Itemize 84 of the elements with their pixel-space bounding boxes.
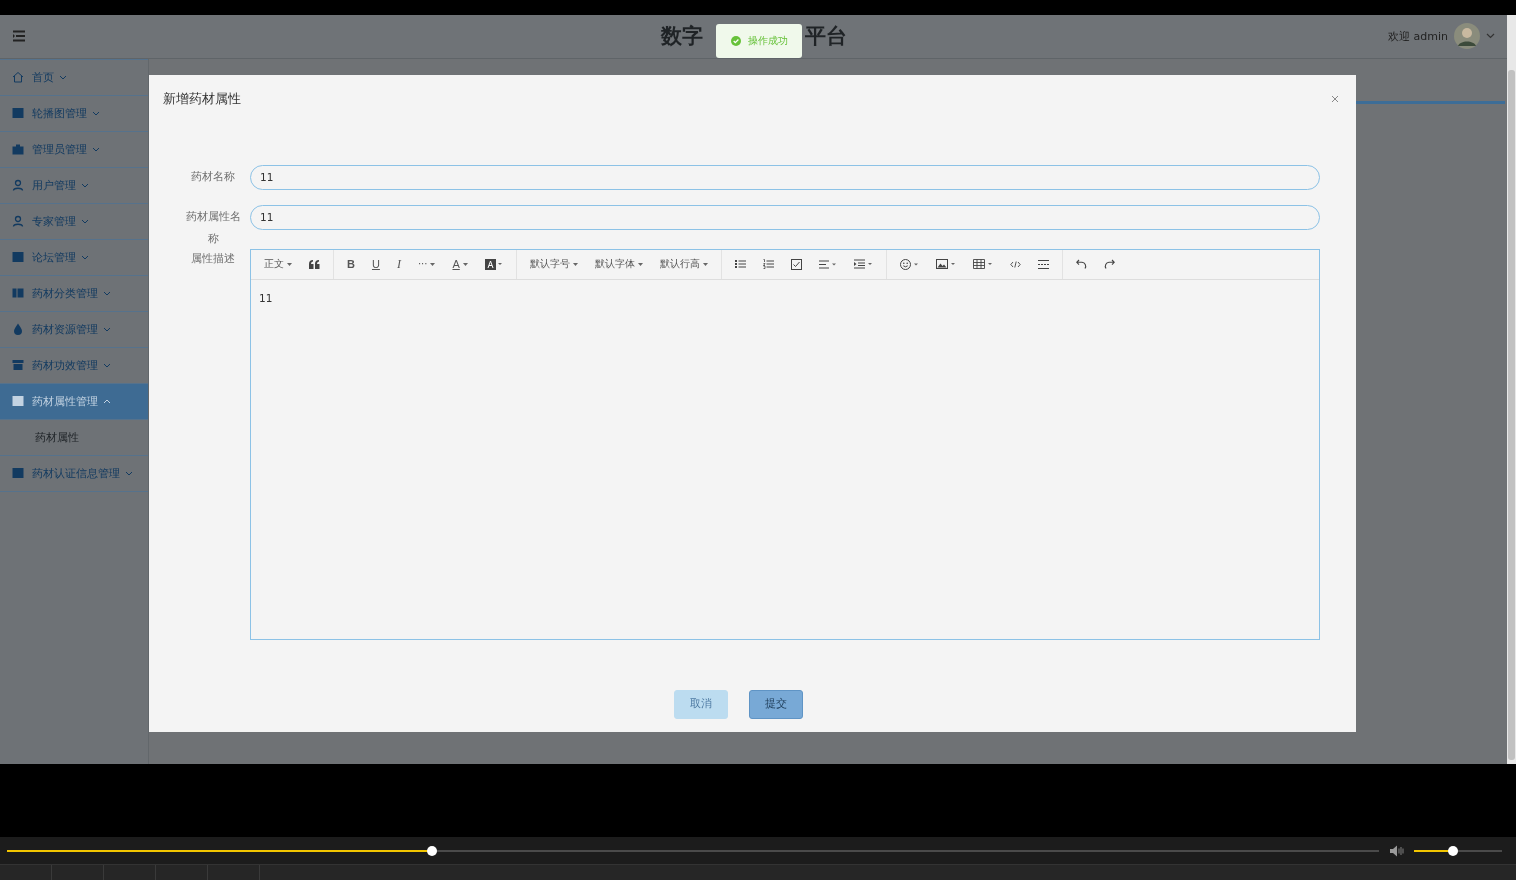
caret-icon	[103, 399, 111, 404]
caret-icon	[81, 255, 89, 260]
sidebar-subitem[interactable]: 药材属性	[0, 420, 148, 456]
volume-icon[interactable]	[1390, 844, 1406, 857]
emoji-icon[interactable]	[899, 259, 919, 270]
field-label: 属性描述	[190, 251, 236, 265]
input-field[interactable]: 11	[250, 205, 1320, 230]
caret-icon	[92, 111, 100, 116]
quote-icon[interactable]	[309, 260, 320, 269]
redo-icon[interactable]	[1103, 259, 1115, 270]
line-height-dropdown[interactable]: 默认行高	[659, 257, 708, 272]
user-icon	[12, 179, 24, 192]
caret-icon	[572, 263, 578, 266]
caret-icon	[103, 291, 111, 296]
font-size-dropdown[interactable]: 默认字号	[529, 257, 578, 272]
card-icon	[12, 467, 24, 480]
close-icon[interactable]	[1331, 95, 1339, 103]
caret-icon	[637, 263, 643, 266]
font-family-dropdown[interactable]: 默认字体	[594, 257, 643, 272]
book-icon	[12, 287, 24, 300]
sidebar-item[interactable]: 药材功效管理	[0, 348, 148, 384]
card-icon	[12, 251, 24, 264]
caret-icon[interactable]	[1486, 33, 1495, 40]
sidebar-item[interactable]: 专家管理	[0, 204, 148, 240]
editor-text: 11	[259, 292, 273, 304]
volume-handle[interactable]	[1447, 845, 1458, 856]
code-icon[interactable]	[1009, 261, 1021, 268]
caret-icon	[125, 471, 133, 476]
drop-icon	[12, 323, 24, 336]
user-icon	[12, 215, 24, 228]
briefcase-icon	[12, 143, 24, 156]
sidebar-item[interactable]: 药材分类管理	[0, 276, 148, 312]
scrollbar[interactable]	[1507, 15, 1516, 765]
toast-message: 操作成功	[747, 34, 788, 48]
checkbox-icon[interactable]	[790, 259, 802, 270]
caret-icon	[59, 75, 67, 80]
caret-icon	[103, 363, 111, 368]
caret-icon	[702, 263, 708, 266]
caret-icon	[430, 263, 436, 266]
sidebar-item[interactable]: 论坛管理	[0, 240, 148, 276]
sidebar-item[interactable]: 用户管理	[0, 168, 148, 204]
seek-handle[interactable]	[427, 845, 438, 856]
underline-button[interactable]: U	[371, 257, 380, 272]
align-icon[interactable]	[818, 260, 837, 269]
rich-text-editor[interactable]: 正文 B U I ··· A 默认字号 默认字体 默认行高 11	[250, 249, 1320, 640]
numbered-list-icon[interactable]	[762, 259, 774, 270]
field-label: 药材属性名称	[184, 209, 241, 246]
submit-button[interactable]: 提交	[749, 690, 803, 719]
sidebar-item[interactable]: 药材认证信息管理	[0, 456, 148, 492]
site-title: 平台	[805, 23, 847, 51]
italic-button[interactable]: I	[396, 257, 401, 272]
site-title: 数字	[661, 23, 703, 51]
caret-icon	[287, 263, 292, 266]
caret-icon	[92, 147, 100, 152]
sidebar-item[interactable]: 首页	[0, 59, 148, 96]
caret-icon	[462, 263, 468, 266]
avatar[interactable]	[1454, 23, 1480, 50]
table-icon[interactable]	[972, 259, 993, 270]
sidebar-item[interactable]: 轮播图管理	[0, 96, 148, 132]
heading-dropdown[interactable]: 正文	[264, 257, 292, 272]
caret-icon	[81, 183, 89, 188]
sidebar-item[interactable]: 药材资源管理	[0, 312, 148, 348]
welcome-text: 欢迎 admin	[1388, 29, 1448, 44]
field-label: 药材名称	[190, 169, 236, 184]
box-icon	[12, 359, 24, 372]
caret-icon	[81, 219, 89, 224]
caret-icon	[103, 327, 111, 332]
dialog-title: 新增药材属性	[163, 90, 241, 108]
divider-icon[interactable]	[1037, 260, 1049, 269]
more-dropdown[interactable]: ···	[417, 257, 436, 272]
bold-button[interactable]: B	[347, 257, 355, 272]
background-color-icon[interactable]	[484, 259, 503, 270]
input-field[interactable]: 11	[250, 165, 1320, 190]
home-icon	[12, 71, 24, 84]
card-icon	[12, 395, 24, 408]
cancel-button[interactable]: 取消	[674, 690, 728, 719]
sidebar-item[interactable]: 管理员管理	[0, 132, 148, 168]
menu-icon[interactable]	[12, 30, 26, 43]
font-color-dropdown[interactable]: A	[452, 257, 468, 272]
sidebar-item[interactable]: 药材属性管理	[0, 384, 148, 420]
check-icon	[730, 36, 741, 46]
indent-icon[interactable]	[853, 259, 873, 270]
bullet-list-icon[interactable]	[734, 259, 746, 270]
undo-icon[interactable]	[1075, 259, 1087, 270]
